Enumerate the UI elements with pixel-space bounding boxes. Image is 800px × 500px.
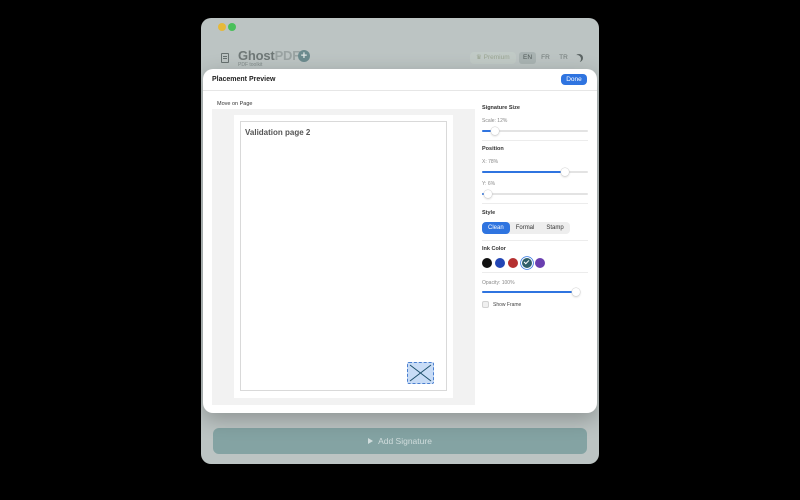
opacity-slider[interactable] xyxy=(482,288,580,296)
placement-preview-modal: Placement Preview Done Move on Page Vali… xyxy=(203,69,597,413)
page-preview-area[interactable]: Validation page 2 xyxy=(212,109,475,405)
x-position-label: X: 78% xyxy=(482,159,499,165)
add-signature-button[interactable]: Add Signature xyxy=(213,428,587,454)
style-title: Style xyxy=(482,210,496,216)
signature-placeholder-icon xyxy=(409,364,432,382)
style-stamp-button[interactable]: Stamp xyxy=(540,222,569,234)
style-clean-button[interactable]: Clean xyxy=(482,222,510,234)
app-title-main: Ghost xyxy=(238,48,275,63)
x-position-slider[interactable] xyxy=(482,168,588,176)
show-frame-checkbox[interactable] xyxy=(482,301,489,308)
app-title-pdf: PDF xyxy=(274,48,301,63)
y-position-slider-handle[interactable] xyxy=(484,190,492,198)
opacity-slider-fill xyxy=(482,291,580,293)
play-icon xyxy=(368,438,374,444)
ink-color-purple-swatch[interactable] xyxy=(535,258,545,268)
opacity-label: Opacity: 100% xyxy=(482,280,515,286)
ink-color-black-swatch[interactable] xyxy=(482,258,492,268)
language-fr-button[interactable]: FR xyxy=(537,52,554,64)
scale-slider[interactable] xyxy=(482,127,588,135)
checkmark-icon xyxy=(523,258,530,265)
signature-size-title: Signature Size xyxy=(482,105,520,111)
style-formal-button[interactable]: Formal xyxy=(510,222,541,234)
y-position-slider[interactable] xyxy=(482,190,588,198)
style-segmented-control: Clean Formal Stamp xyxy=(482,222,570,234)
signature-placement-box[interactable] xyxy=(407,362,434,384)
show-frame-label: Show Frame xyxy=(493,302,522,308)
ink-color-red-swatch[interactable] xyxy=(508,258,518,268)
divider xyxy=(482,140,588,141)
premium-label: Premium xyxy=(483,54,510,61)
done-button[interactable]: Done xyxy=(561,74,587,85)
language-en-button[interactable]: EN xyxy=(519,52,536,64)
divider xyxy=(482,203,588,204)
ink-color-title: Ink Color xyxy=(482,246,506,252)
position-title: Position xyxy=(482,146,504,152)
y-position-label: Y: 6% xyxy=(482,181,496,187)
modal-title: Placement Preview xyxy=(212,76,276,83)
minimize-window-button[interactable] xyxy=(218,23,226,31)
opacity-slider-handle[interactable] xyxy=(572,288,580,296)
app-title: GhostPDF xyxy=(238,48,300,63)
ink-color-teal-swatch[interactable] xyxy=(522,258,532,268)
move-on-page-label: Move on Page xyxy=(217,101,253,107)
scale-slider-handle[interactable] xyxy=(491,127,499,135)
premium-button[interactable]: ♛ Premium xyxy=(470,52,516,64)
scale-label: Scale: 12% xyxy=(482,118,508,124)
x-position-slider-handle[interactable] xyxy=(561,168,569,176)
page-border: Validation page 2 xyxy=(240,121,447,391)
x-position-slider-fill xyxy=(482,171,565,173)
language-tr-button[interactable]: TR xyxy=(555,52,572,64)
page-title: Validation page 2 xyxy=(245,128,311,137)
dark-mode-toggle-icon[interactable] xyxy=(575,54,583,62)
zoom-window-button[interactable] xyxy=(228,23,236,31)
document-icon xyxy=(221,53,229,63)
add-document-icon[interactable]: + xyxy=(298,50,310,62)
divider xyxy=(482,240,588,241)
add-signature-label: Add Signature xyxy=(378,436,432,446)
divider xyxy=(482,272,588,273)
app-subtitle: PDF toolkit xyxy=(238,62,263,68)
ink-color-blue-swatch[interactable] xyxy=(495,258,505,268)
modal-header: Placement Preview Done xyxy=(203,69,597,91)
pdf-page: Validation page 2 xyxy=(234,115,453,398)
